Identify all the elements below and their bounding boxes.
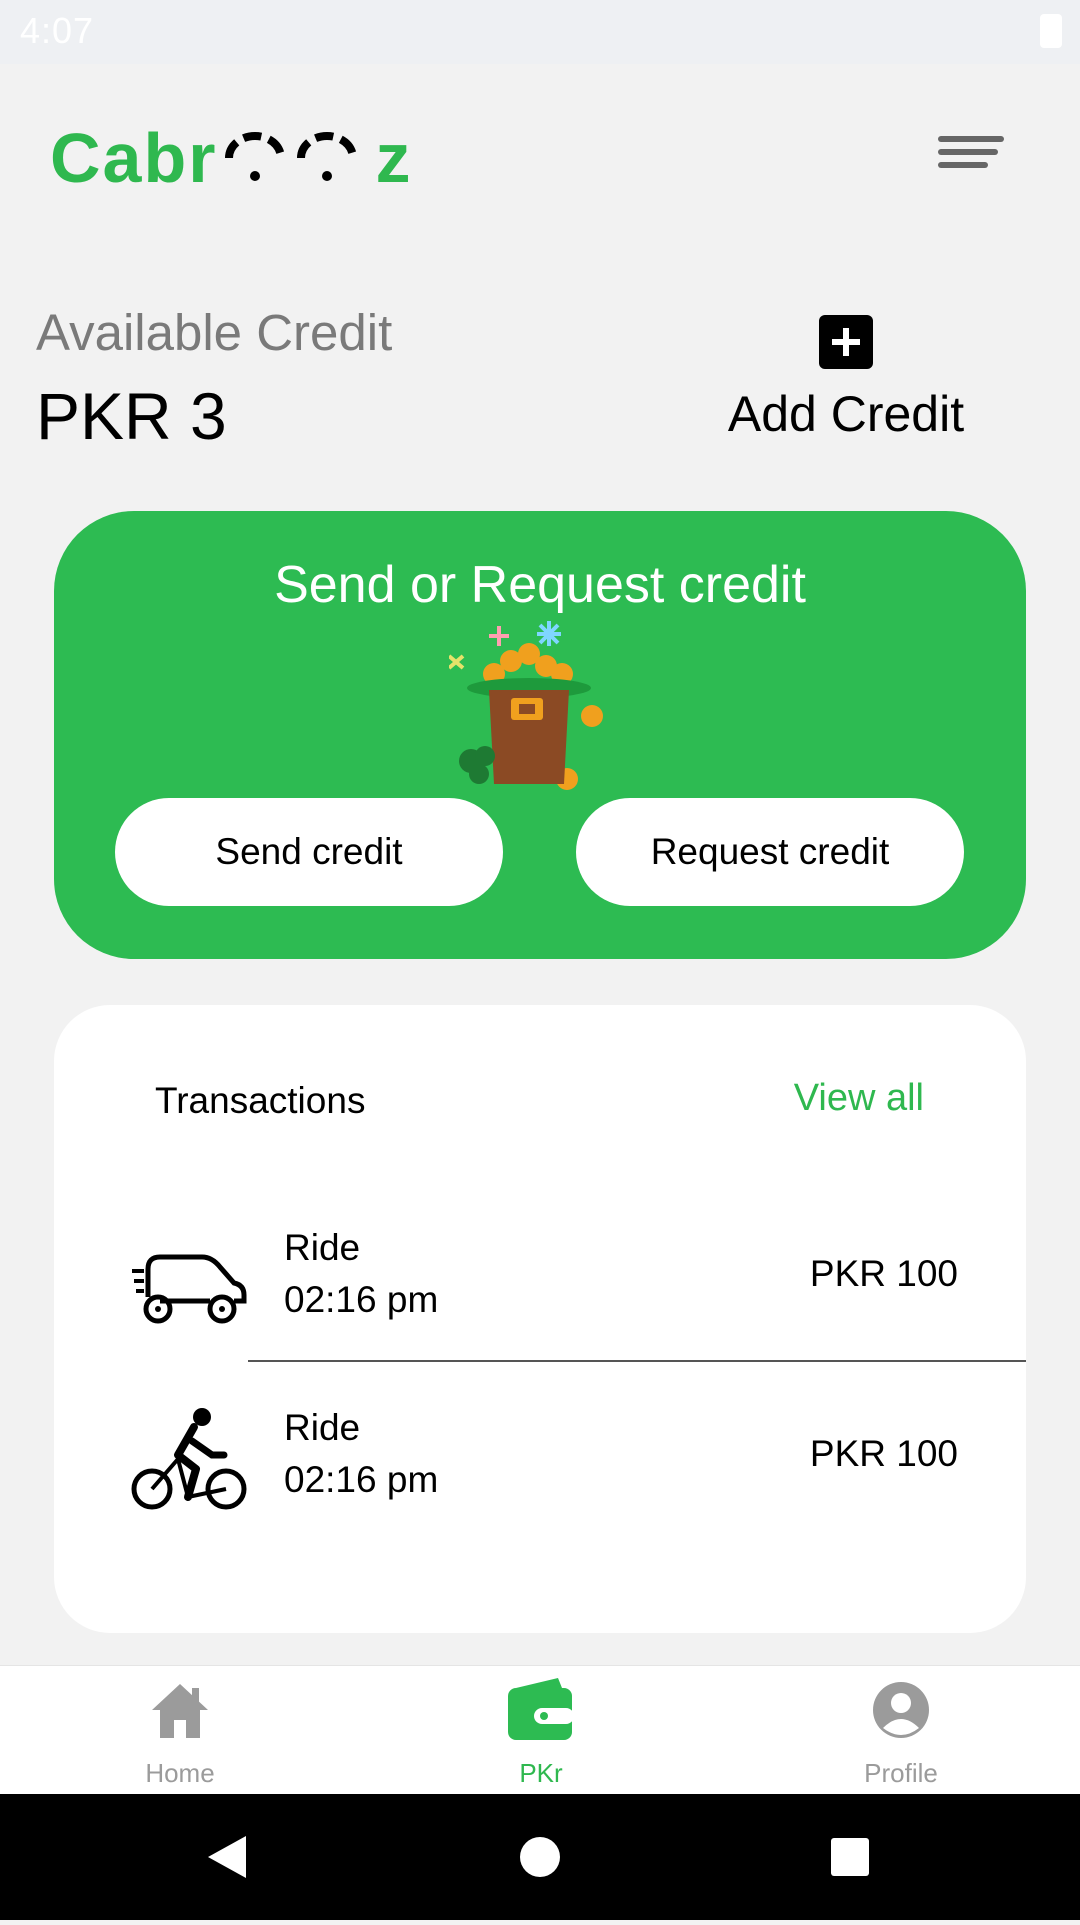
status-bar: 4:07 bbox=[0, 0, 1080, 64]
divider bbox=[248, 1360, 1026, 1362]
nav-profile[interactable]: Profile bbox=[801, 1666, 1001, 1795]
transaction-amount: PKR 100 bbox=[809, 1253, 958, 1294]
recents-square-icon bbox=[831, 1838, 869, 1876]
car-icon bbox=[132, 1254, 247, 1324]
system-home-button[interactable] bbox=[480, 1794, 600, 1920]
nav-pkr-label: PKr bbox=[519, 1758, 563, 1788]
pot-of-gold-icon bbox=[449, 621, 603, 790]
system-back-button[interactable] bbox=[166, 1794, 286, 1920]
logo-text-end: z bbox=[375, 119, 413, 197]
bottom-navigation: Home PKr Profile bbox=[0, 1665, 1080, 1795]
transaction-title: Ride bbox=[284, 1227, 361, 1268]
nav-home-label: Home bbox=[145, 1758, 215, 1788]
home-circle-icon bbox=[520, 1837, 560, 1877]
transaction-amount: PKR 100 bbox=[809, 1433, 958, 1474]
transaction-time: 02:16 pm bbox=[284, 1279, 439, 1320]
plus-icon bbox=[819, 315, 873, 369]
request-credit-button[interactable]: Request credit bbox=[576, 798, 964, 906]
available-credit-value: PKR 3 bbox=[36, 379, 227, 453]
app-logo: Cabr z bbox=[50, 118, 412, 198]
transaction-row[interactable]: Ride 02:16 pm PKR 100 bbox=[54, 1227, 1026, 1357]
logo-loops-icon bbox=[225, 132, 358, 181]
add-credit-button[interactable]: Add Credit bbox=[716, 313, 976, 453]
menu-button[interactable] bbox=[935, 133, 1005, 173]
bicycle-icon bbox=[131, 1408, 247, 1510]
nav-pkr[interactable]: PKr bbox=[441, 1666, 641, 1795]
available-credit-label: Available Credit bbox=[36, 304, 393, 361]
transactions-title: Transactions bbox=[155, 1080, 366, 1121]
battery-icon bbox=[1040, 14, 1062, 48]
transaction-row[interactable]: Ride 02:16 pm PKR 100 bbox=[54, 1407, 1026, 1537]
view-all-link[interactable]: View all bbox=[794, 1077, 924, 1120]
logo-text-start: Cabr bbox=[50, 119, 218, 197]
system-navigation-bar bbox=[0, 1794, 1080, 1920]
transaction-time: 02:16 pm bbox=[284, 1459, 439, 1500]
menu-icon bbox=[938, 136, 1004, 168]
send-request-title: Send or Request credit bbox=[274, 556, 806, 614]
transactions-card: Transactions View all Ride 02:16 pm PKR … bbox=[54, 1005, 1026, 1633]
nav-home[interactable]: Home bbox=[80, 1666, 280, 1795]
wallet-icon bbox=[508, 1678, 574, 1740]
transaction-title: Ride bbox=[284, 1407, 361, 1448]
back-triangle-icon bbox=[208, 1836, 246, 1878]
status-time: 4:07 bbox=[20, 10, 95, 51]
profile-icon bbox=[873, 1682, 929, 1738]
send-credit-button[interactable]: Send credit bbox=[115, 798, 503, 906]
nav-profile-label: Profile bbox=[864, 1758, 938, 1788]
send-request-card: Send or Request credit Send credit Reque… bbox=[54, 511, 1026, 959]
home-icon bbox=[152, 1684, 208, 1738]
system-recents-button[interactable] bbox=[790, 1794, 910, 1920]
add-credit-label: Add Credit bbox=[727, 386, 965, 442]
